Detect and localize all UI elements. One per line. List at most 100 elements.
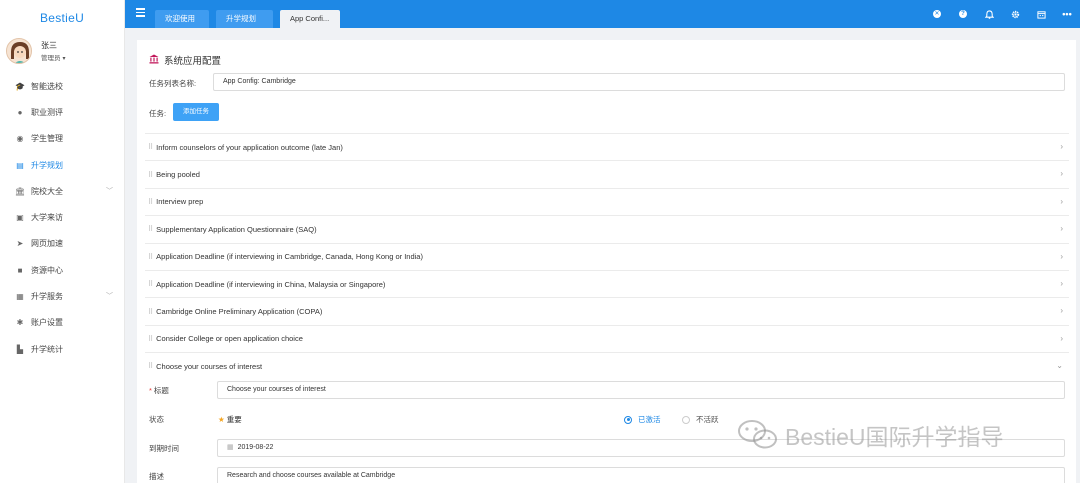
sidebar-item-label: 智能选校 <box>31 81 63 91</box>
radio-inactive-label: 不活跃 <box>696 415 719 424</box>
list-icon: ▤ <box>16 160 24 170</box>
chevron-right-icon[interactable]: › <box>1060 197 1063 206</box>
task-row[interactable]: ⠿ Application Deadline (if interviewing i… <box>145 270 1069 297</box>
sidebar-item-0[interactable]: 🎓 智能选校 <box>0 73 125 99</box>
chevron-down-icon[interactable]: ⌄ <box>1056 361 1063 370</box>
title-label-text: 标题 <box>153 386 169 395</box>
drag-handle-icon[interactable]: ⠿ <box>148 308 153 316</box>
sidebar-item-6[interactable]: ➤ 网页加速 <box>0 231 125 257</box>
user-name: 张三 <box>41 41 57 50</box>
chevron-right-icon[interactable]: › <box>1060 224 1063 233</box>
sidebar-nav: 🎓 智能选校 ● 职业测评 ◉ 学生管理 ▤ 升学规划 🏛 院校大全 ﹀ ▣ 大学来访 ➤ 网页加速 ■ 资源中… <box>0 73 125 362</box>
chevron-down-icon[interactable]: ﹀ <box>106 291 113 301</box>
tasks-label: 任务: <box>149 109 167 118</box>
brand-logo[interactable]: BestieU <box>0 0 124 36</box>
drag-handle-icon[interactable]: ⠿ <box>148 225 153 233</box>
description-label: 描述 <box>149 472 164 481</box>
drag-handle-icon[interactable]: ⠿ <box>148 335 153 343</box>
grid-icon: ▦ <box>16 292 24 302</box>
briefcase-icon: ■ <box>17 265 23 275</box>
drag-handle-icon[interactable]: ⠿ <box>148 362 153 370</box>
list-name-label: 任务列表名称: <box>149 79 197 88</box>
sidebar-item-label: 职业测评 <box>31 107 63 117</box>
task-row[interactable]: ⠿ Being pooled › <box>145 160 1069 187</box>
list-name-input[interactable]: App Config: Cambridge <box>213 73 1065 91</box>
user-role-dropdown[interactable]: 管理员 ▾ <box>41 52 66 62</box>
drag-handle-icon[interactable]: ⠿ <box>148 198 153 206</box>
drag-handle-icon[interactable]: ⠿ <box>148 253 153 261</box>
sidebar-item-label: 大学来访 <box>31 213 63 223</box>
due-date-label: 到期时间 <box>149 444 179 453</box>
add-task-button[interactable]: 添加任务 <box>173 103 219 121</box>
users-icon: ◉ <box>16 134 24 144</box>
paper-plane-icon: ➤ <box>16 239 24 249</box>
more-icon[interactable]: ••• <box>1054 0 1080 28</box>
radio-inactive[interactable]: 不活跃 <box>682 414 719 425</box>
chevron-right-icon[interactable]: › <box>1060 169 1063 178</box>
tab-welcome[interactable]: 欢迎使用 <box>155 10 209 28</box>
drag-handle-icon[interactable]: ⠿ <box>148 171 153 179</box>
task-label: Choose your courses of interest <box>156 361 263 371</box>
calendar-icon[interactable] <box>1028 0 1054 28</box>
gear-icon[interactable] <box>1002 0 1028 28</box>
sidebar-item-label: 学生管理 <box>31 134 63 144</box>
task-label: Application Deadline (if interviewing in… <box>156 252 423 262</box>
task-label: Supplementary Application Questionnaire … <box>156 224 317 234</box>
description-input[interactable]: Research and choose courses available at… <box>217 467 1065 483</box>
close-circle-icon[interactable]: ✕ <box>924 0 950 28</box>
sidebar-item-4[interactable]: 🏛 院校大全 ﹀ <box>0 178 125 204</box>
user-role-label: 管理员 <box>41 55 61 62</box>
avatar[interactable] <box>6 38 32 64</box>
due-date-value: 2019-08-22 <box>237 444 274 451</box>
sidebar-item-8[interactable]: ▦ 升学服务 ﹀ <box>0 283 125 309</box>
task-row[interactable]: ⠿ Cambridge Online Preliminary Applicatio… <box>145 297 1069 324</box>
drag-handle-icon[interactable]: ⠿ <box>148 280 153 288</box>
sidebar-item-10[interactable]: ▙ 升学统计 <box>0 336 125 362</box>
chevron-right-icon[interactable]: › <box>1060 334 1063 343</box>
bell-icon[interactable] <box>976 0 1002 28</box>
task-label: Being pooled <box>156 170 200 180</box>
sidebar-item-9[interactable]: ✱ 账户设置 <box>0 310 125 336</box>
task-row[interactable]: ⠿ Consider College or open application ch… <box>145 324 1069 352</box>
menu-toggle-icon[interactable] <box>136 8 145 17</box>
task-row[interactable]: ⠿ Interview prep › <box>145 187 1069 215</box>
sidebar-item-1[interactable]: ● 职业测评 <box>0 99 125 125</box>
drag-handle-icon[interactable]: ⠿ <box>148 143 153 151</box>
calendar-icon: ▣ <box>16 213 24 223</box>
chevron-right-icon[interactable]: › <box>1060 142 1063 151</box>
radio-active[interactable]: 已激活 <box>624 414 661 425</box>
bar-chart-icon: ▙ <box>16 344 24 354</box>
chevron-right-icon[interactable]: › <box>1060 306 1063 315</box>
sidebar-item-7[interactable]: ■ 资源中心 <box>0 257 125 283</box>
task-row[interactable]: ⠿ Choose your courses of interest ⌄ <box>145 352 1069 379</box>
radio-active-label: 已激活 <box>638 415 661 424</box>
user-icon: ● <box>17 107 23 117</box>
user-profile[interactable]: 张三 管理员 ▾ <box>6 38 121 68</box>
gear-icon: ✱ <box>16 318 24 328</box>
task-row[interactable]: ⠿ Application Deadline (if interviewing i… <box>145 242 1069 270</box>
radio-dot <box>624 415 632 424</box>
chevron-down-icon[interactable]: ﹀ <box>106 186 113 196</box>
sidebar-item-label: 升学规划 <box>31 160 63 170</box>
task-row[interactable]: ⠿ Inform counselors of your application o… <box>145 133 1069 160</box>
required-marker: * <box>149 386 152 395</box>
task-title-input[interactable]: Choose your courses of interest <box>217 381 1065 399</box>
chevron-right-icon[interactable]: › <box>1060 252 1063 261</box>
status-label: 状态 <box>149 415 164 424</box>
page-title-text: 系统应用配置 <box>164 56 222 67</box>
sidebar-item-label: 升学服务 <box>31 292 63 302</box>
chevron-right-icon[interactable]: › <box>1060 279 1063 288</box>
sidebar-item-3[interactable]: ▤ 升学规划 <box>0 152 125 178</box>
bank-icon: 🏛 <box>14 186 26 196</box>
star-icon: ★ <box>218 415 225 424</box>
tab-planning[interactable]: 升学规划 <box>216 10 273 28</box>
sidebar-item-2[interactable]: ◉ 学生管理 <box>0 126 125 152</box>
important-toggle[interactable]: ★ 重要 <box>218 414 242 425</box>
graduation-cap-icon: 🎓 <box>15 81 25 91</box>
watermark-text: BestieU国际升学指导 <box>785 424 1004 450</box>
task-row[interactable]: ⠿ Supplementary Application Questionnaire… <box>145 215 1069 242</box>
watermark: BestieU国际升学指导 <box>737 418 1004 452</box>
tab-app-config[interactable]: App Confi... <box>280 10 340 29</box>
sidebar-item-5[interactable]: ▣ 大学来访 <box>0 204 125 230</box>
help-circle-icon[interactable]: ? <box>950 0 976 28</box>
